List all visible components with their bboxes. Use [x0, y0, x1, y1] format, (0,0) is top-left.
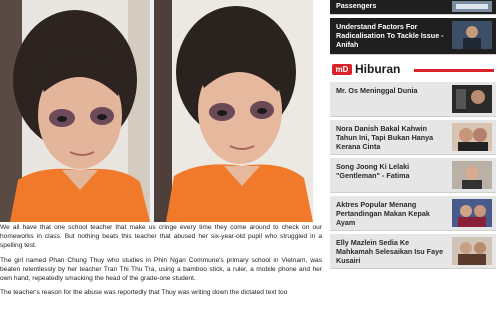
sidebar-item-label: Nora Danish Bakal Kahwin Tahun Ini, Tapi…: [336, 124, 434, 151]
sidebar-item-passengers[interactable]: Passengers: [330, 0, 496, 15]
sidebar-item-label: Aktres Popular Menang Pertandingan Makan…: [336, 200, 430, 227]
sidebar-item-label: Elly Mazlein Sedia Ke Mahkamah Selesaika…: [336, 238, 444, 265]
article-photo: [0, 0, 313, 222]
thumbnail-image: [452, 85, 492, 113]
photo-left: [0, 0, 150, 222]
thumbnail-image: [452, 21, 492, 49]
section-divider: [414, 69, 494, 72]
thumbnail-image: [452, 161, 492, 189]
thumbnail-image: [452, 123, 492, 151]
sidebar-item-nora-danish[interactable]: Nora Danish Bakal Kahwin Tahun Ini, Tapi…: [330, 120, 496, 155]
sidebar-item-aktres-popular[interactable]: Aktres Popular Menang Pertandingan Makan…: [330, 196, 496, 231]
thumbnail-image: [452, 199, 492, 227]
article-body: We all have that one school teacher that…: [0, 224, 322, 304]
sidebar: Passengers Understand Factors For Radica…: [330, 0, 500, 310]
sidebar-item-label: Mr. Os Meninggal Dunia: [336, 86, 418, 95]
sidebar-item-elly-mazlein[interactable]: Elly Mazlein Sedia Ke Mahkamah Selesaika…: [330, 234, 496, 269]
sidebar-item-radicalisation[interactable]: Understand Factors For Radicalisation To…: [330, 18, 496, 55]
sidebar-item-song-joong-ki[interactable]: Song Joong Ki Lelaki "Gentleman" - Fatim…: [330, 158, 496, 193]
sidebar-item-label: Passengers: [336, 1, 377, 10]
section-logo: mD: [332, 64, 352, 75]
article-paragraph-3: The teacher's reason for the abuse was r…: [0, 289, 288, 297]
section-header-hiburan[interactable]: mD Hiburan: [330, 62, 500, 78]
sidebar-item-label: Understand Factors For Radicalisation To…: [336, 22, 444, 49]
sidebar-item-mr-os[interactable]: Mr. Os Meninggal Dunia: [330, 82, 496, 117]
sidebar-item-label: Song Joong Ki Lelaki "Gentleman" - Fatim…: [336, 162, 410, 180]
photo-right: [154, 0, 313, 222]
thumbnail-image: [452, 237, 492, 265]
section-title: Hiburan: [355, 62, 401, 76]
article-paragraph-1: We all have that one school teacher that…: [0, 224, 322, 249]
article-paragraph-2: The girl named Phan Chung Thuy who studi…: [0, 256, 322, 282]
thumbnail-image: [452, 0, 492, 12]
